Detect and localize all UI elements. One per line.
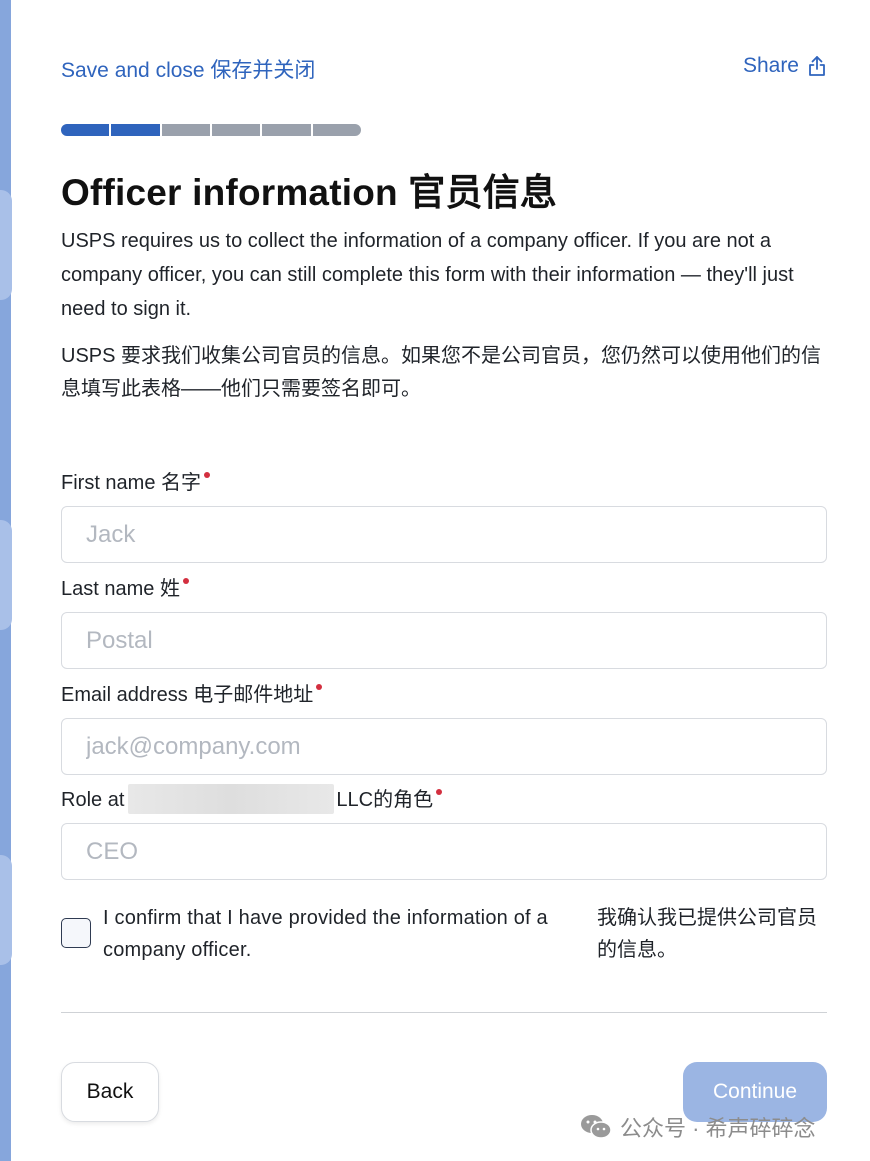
description-zh: USPS 要求我们收集公司官员的信息。如果您不是公司官员，您仍然可以使用他们的信… [61,345,822,400]
required-indicator [436,789,443,795]
top-bar: Save and close 保存并关闭 Share [61,54,827,84]
email-field: Email address 电子邮件地址 [61,682,827,775]
officer-confirmation: I confirm that I have provided the infor… [61,902,827,968]
description-en: USPS requires us to collect the informat… [61,230,794,320]
first-name-field: First name 名字 [61,470,827,563]
role-input[interactable] [61,823,827,880]
rail-decoration [0,190,12,300]
progress-step-complete [61,124,110,136]
share-label: Share [742,54,799,77]
required-indicator [316,684,323,690]
email-input[interactable] [61,718,827,775]
back-button[interactable]: Back [61,1062,159,1122]
redacted-company-name [128,783,335,814]
last-name-input[interactable] [61,612,827,669]
confirm-label-en[interactable]: I confirm that I have provided the infor… [103,902,583,966]
confirm-label-zh[interactable]: 我确认我已提供公司官员的信息。 [597,902,827,966]
rail-decoration [0,855,12,965]
progress-bar [61,124,361,136]
required-indicator [182,578,189,584]
divider [61,1012,827,1013]
confirm-checkbox[interactable] [61,918,91,948]
watermark: 公众号 · 希声碎碎念 [580,1110,816,1144]
email-label: Email address 电子邮件地址 [61,682,827,708]
progress-step-pending [262,124,311,136]
last-name-label: Last name 姓 [61,576,827,602]
share-upload-icon [809,56,825,76]
wechat-icon [581,1115,612,1139]
progress-step-complete [111,124,160,136]
save-and-close-link[interactable]: Save and close 保存并关闭 [61,54,315,84]
first-name-input[interactable] [61,506,827,563]
progress-step-pending [211,124,261,136]
role-label: Role at LLC的角色 [61,783,827,814]
progress-step-pending [312,124,361,136]
progress-step-pending [161,124,210,136]
watermark-text: 公众号 · 希声碎碎念 [620,1116,816,1141]
rail-decoration [0,520,12,630]
share-button[interactable]: Share [743,54,827,78]
officer-form-page: Save and close 保存并关闭 Share Officer infor… [61,0,827,1161]
role-field: Role at LLC的角色 [61,783,827,880]
last-name-field: Last name 姓 [61,576,827,669]
left-rail [0,0,12,1161]
page-title: Officer information 官员信息 [61,172,558,213]
required-indicator [204,472,211,478]
first-name-label: First name 名字 [61,470,827,496]
